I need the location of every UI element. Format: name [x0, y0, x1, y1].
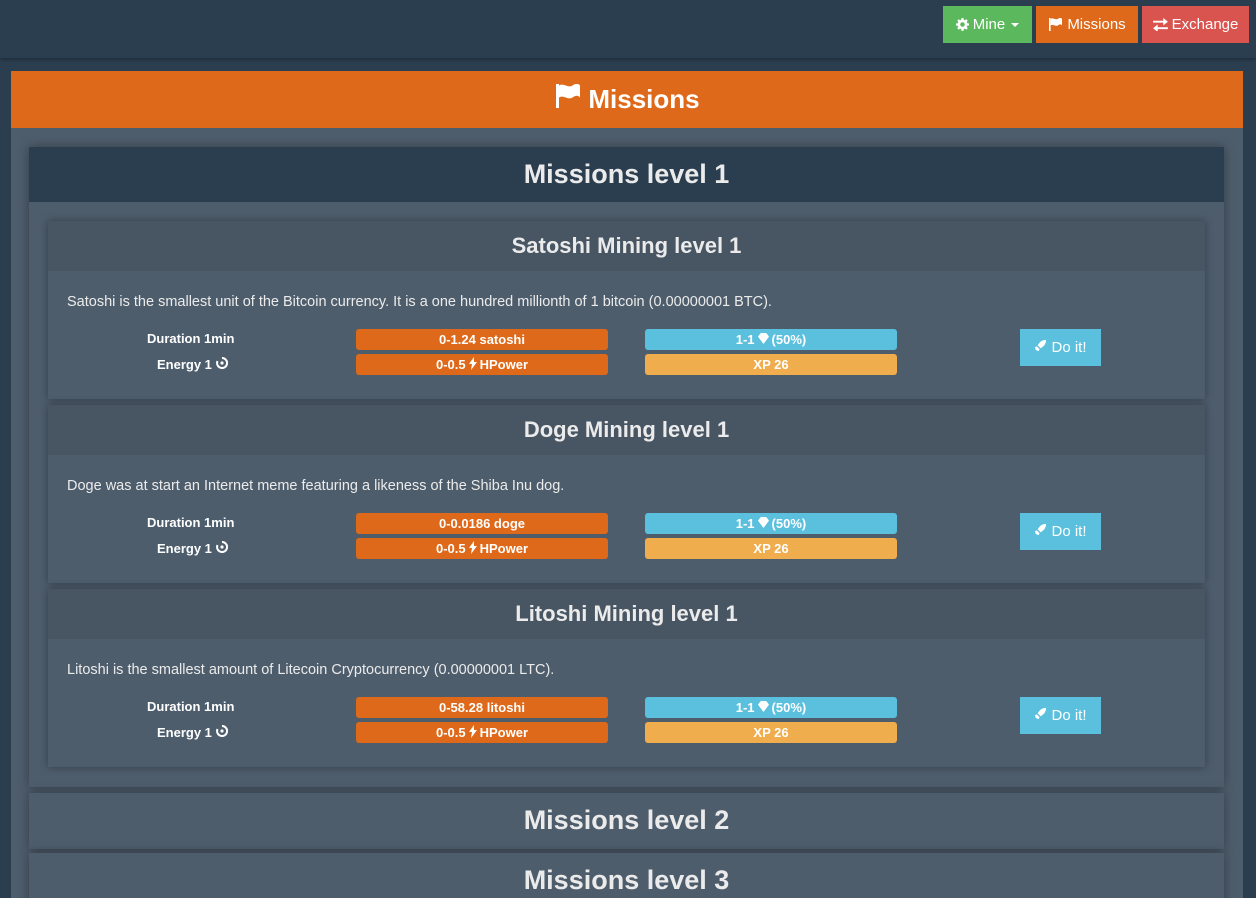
top-navbar: Mine Missions Exchange — [0, 0, 1256, 58]
duration-text: Duration 1min — [147, 515, 235, 530]
missions-level-2: Missions level 2 — [29, 793, 1224, 849]
missions-level-1: Missions level 1 Satoshi Mining level 1 … — [29, 147, 1224, 787]
level-title[interactable]: Missions level 3 — [29, 853, 1224, 898]
bolt-icon — [468, 540, 477, 557]
power-value: 0-0.5 — [435, 357, 466, 372]
do-it-button[interactable]: Do it! — [1020, 329, 1101, 366]
mission-title: Doge Mining level 1 — [48, 405, 1205, 455]
power-value: 0-0.5 — [435, 541, 466, 556]
chance-value: 1-1 — [735, 516, 755, 531]
mission-duration: Duration 1min — [147, 515, 234, 530]
mission-duration: Duration 1min — [147, 331, 234, 346]
bolt-icon — [468, 356, 477, 373]
mission-energy: Energy 1 — [157, 356, 228, 372]
mission-description: Doge was at start an Internet meme featu… — [67, 478, 565, 494]
mission-title: Satoshi Mining level 1 — [48, 221, 1205, 271]
flag-icon — [1048, 18, 1063, 31]
power-unit: HPower — [479, 541, 529, 556]
swirl-icon — [216, 540, 228, 556]
missions-panel-heading: Missions — [11, 71, 1243, 128]
rocket-icon — [1034, 339, 1047, 356]
flag-icon — [554, 83, 582, 115]
do-it-label: Do it! — [1051, 523, 1087, 540]
duration-text: Duration 1min — [147, 331, 235, 346]
do-it-button[interactable]: Do it! — [1020, 697, 1101, 734]
mine-label: Mine — [972, 16, 1006, 33]
mission-duration: Duration 1min — [147, 699, 234, 714]
mine-dropdown-button[interactable]: Mine — [943, 6, 1032, 43]
swirl-icon — [216, 724, 228, 740]
level-title[interactable]: Missions level 2 — [29, 793, 1224, 848]
hpower-badge: 0-0.5 HPower — [356, 722, 608, 743]
xp-badge: XP 26 — [645, 354, 897, 375]
mission-description: Litoshi is the smallest amount of Liteco… — [67, 662, 555, 678]
hpower-badge: 0-0.5 HPower — [356, 354, 608, 375]
chance-percent: (50%) — [771, 700, 807, 715]
do-it-label: Do it! — [1051, 707, 1087, 724]
do-it-button[interactable]: Do it! — [1020, 513, 1101, 550]
exchange-label: Exchange — [1171, 16, 1239, 33]
panel-title: Missions — [588, 84, 700, 114]
power-unit: HPower — [479, 357, 529, 372]
mission-card-doge: Doge Mining level 1 Doge was at start an… — [48, 405, 1205, 583]
gem-icon — [757, 516, 769, 531]
rocket-icon — [1034, 707, 1047, 724]
mission-body: Doge was at start an Internet meme featu… — [48, 455, 1205, 583]
mission-body: Litoshi is the smallest amount of Liteco… — [48, 639, 1205, 767]
energy-text: Energy 1 — [157, 357, 212, 372]
exchange-button[interactable]: Exchange — [1142, 6, 1249, 43]
caret-down-icon — [1011, 22, 1020, 27]
nav-buttons: Mine Missions Exchange — [943, 6, 1249, 43]
mission-energy: Energy 1 — [157, 724, 228, 740]
chance-badge: 1-1 (50%) — [645, 329, 897, 350]
missions-level-3: Missions level 3 — [29, 853, 1224, 898]
power-value: 0-0.5 — [435, 725, 466, 740]
bolt-icon — [468, 724, 477, 741]
chance-badge: 1-1 (50%) — [645, 697, 897, 718]
mission-description: Satoshi is the smallest unit of the Bitc… — [67, 294, 772, 310]
exchange-arrows-icon — [1152, 18, 1168, 31]
xp-badge: XP 26 — [645, 722, 897, 743]
chance-value: 1-1 — [735, 700, 755, 715]
mission-card-satoshi: Satoshi Mining level 1 Satoshi is the sm… — [48, 221, 1205, 399]
gem-icon — [757, 700, 769, 715]
energy-text: Energy 1 — [157, 725, 212, 740]
chance-percent: (50%) — [771, 332, 807, 347]
hpower-badge: 0-0.5 HPower — [356, 538, 608, 559]
missions-label: Missions — [1067, 16, 1126, 33]
swirl-icon — [216, 356, 228, 372]
reward-badge: 0-1.24 satoshi — [356, 329, 608, 350]
chance-badge: 1-1 (50%) — [645, 513, 897, 534]
duration-text: Duration 1min — [147, 699, 235, 714]
missions-button[interactable]: Missions — [1036, 6, 1138, 43]
missions-panel: Missions Missions level 1 Satoshi Mining… — [11, 71, 1243, 898]
gear-icon — [955, 18, 969, 31]
do-it-label: Do it! — [1051, 339, 1087, 356]
level-title[interactable]: Missions level 1 — [29, 147, 1224, 202]
chance-percent: (50%) — [771, 516, 807, 531]
power-unit: HPower — [479, 725, 529, 740]
reward-badge: 0-58.28 litoshi — [356, 697, 608, 718]
mission-title: Litoshi Mining level 1 — [48, 589, 1205, 639]
energy-text: Energy 1 — [157, 541, 212, 556]
reward-badge: 0-0.0186 doge — [356, 513, 608, 534]
gem-icon — [757, 332, 769, 347]
mission-card-litoshi: Litoshi Mining level 1 Litoshi is the sm… — [48, 589, 1205, 767]
chance-value: 1-1 — [735, 332, 755, 347]
xp-badge: XP 26 — [645, 538, 897, 559]
mission-energy: Energy 1 — [157, 540, 228, 556]
mission-body: Satoshi is the smallest unit of the Bitc… — [48, 271, 1205, 399]
rocket-icon — [1034, 523, 1047, 540]
